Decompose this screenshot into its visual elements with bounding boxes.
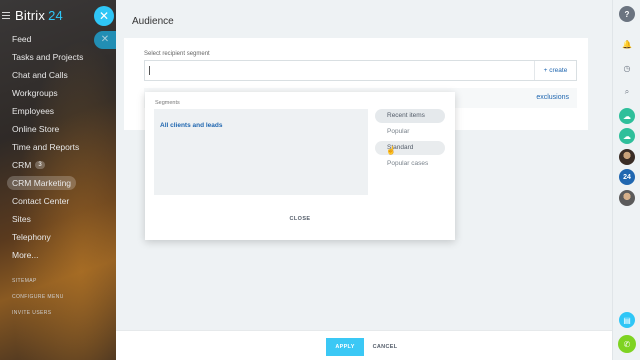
tab-popular-cases[interactable]: Popular cases (375, 157, 445, 171)
sitemap-link[interactable]: SITEMAP (12, 278, 37, 284)
avatar[interactable] (619, 149, 635, 165)
search-icon[interactable]: ⌕ (619, 84, 635, 100)
cancel-button[interactable]: CANCEL (370, 338, 400, 356)
cloud-icon-2[interactable]: ☁ (619, 128, 635, 144)
sidebar-item-time-reports[interactable]: Time and Reports (0, 138, 116, 156)
sidebar-item-workgroups[interactable]: Workgroups (0, 84, 116, 102)
text-caret (149, 66, 150, 75)
segment-label: Select recipient segment (144, 51, 210, 57)
segments-popup: Segments All clients and leads Recent it… (145, 92, 455, 240)
sidebar-item-more[interactable]: More... (0, 246, 116, 264)
configure-menu-link[interactable]: CONFIGURE MENU (12, 294, 64, 300)
invite-users-link[interactable]: INVITE USERS (12, 310, 52, 316)
cloud-icon[interactable]: ☁ (619, 108, 635, 124)
logo[interactable]: Bitrix 24 (15, 8, 63, 23)
chat-icon[interactable]: ▤ (619, 312, 635, 328)
sidebar-item-chat[interactable]: Chat and Calls (0, 66, 116, 84)
footer-bar: APPLY CANCEL (116, 330, 612, 360)
tab-popular[interactable]: Popular (375, 125, 445, 139)
menu-icon[interactable] (2, 10, 10, 21)
sidebar-item-employees[interactable]: Employees (0, 102, 116, 120)
apply-button[interactable]: APPLY (326, 338, 364, 356)
close-icon: ✕ (98, 9, 110, 23)
segment-input[interactable]: + create (144, 60, 577, 81)
right-rail: ? 🔔 ◷ ⌕ ☁ ☁ 24 ▤ ✆ (612, 0, 640, 360)
clock-icon[interactable]: ◷ (619, 60, 635, 76)
sidebar-header: Bitrix 24 (0, 6, 63, 24)
tab-recent-items[interactable]: Recent items (375, 109, 445, 123)
left-sidebar: Bitrix 24 Feed Tasks and Projects Chat an… (0, 0, 116, 360)
mouse-cursor-icon: ☝ (386, 146, 396, 155)
sidebar-item-tasks[interactable]: Tasks and Projects (0, 48, 116, 66)
create-segment-button[interactable]: + create (534, 61, 576, 80)
segment-item-all-clients[interactable]: All clients and leads (160, 122, 223, 129)
sidebar-item-online-store[interactable]: Online Store (0, 120, 116, 138)
help-icon[interactable]: ? (619, 6, 635, 22)
popup-close-button[interactable]: CLOSE (145, 216, 455, 222)
segments-list: All clients and leads (154, 109, 368, 195)
sidebar-item-crm-marketing[interactable]: CRM Marketing (0, 174, 116, 192)
phone-icon[interactable]: ✆ (618, 335, 636, 353)
sidebar-item-sites[interactable]: Sites (0, 210, 116, 228)
sidebar-nav: Feed Tasks and Projects Chat and Calls W… (0, 30, 116, 264)
page-title: Audience (132, 16, 174, 27)
sidebar-item-telephony[interactable]: Telephony (0, 228, 116, 246)
sidebar-item-contact-center[interactable]: Contact Center (0, 192, 116, 210)
crm-counter-badge: 3 (35, 161, 45, 169)
close-underlying-slider-button[interactable]: ✕ (94, 31, 116, 49)
avatar-2[interactable] (619, 190, 635, 206)
exclusions-link[interactable]: exclusions (536, 94, 569, 101)
sidebar-item-crm[interactable]: CRM 3 (0, 156, 116, 174)
bell-icon[interactable]: 🔔 (619, 36, 635, 52)
segments-title: Segments (155, 100, 180, 106)
bitrix24-avatar[interactable]: 24 (619, 169, 635, 185)
close-icon: ✕ (100, 34, 110, 45)
segments-tabs: Recent items Popular Standard Popular ca… (375, 109, 445, 173)
close-slider-button[interactable]: ✕ (94, 6, 114, 26)
